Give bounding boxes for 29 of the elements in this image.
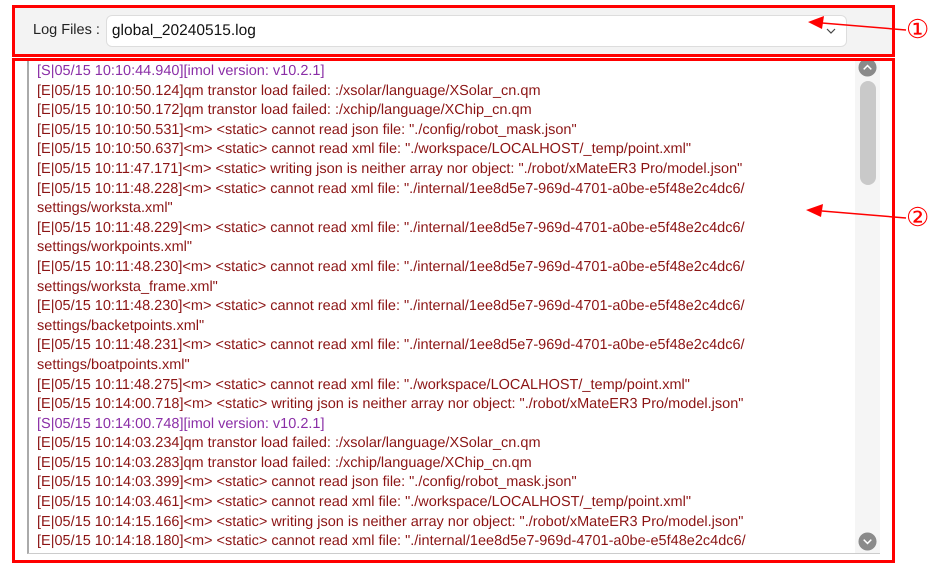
log-entry: [E|05/15 10:10:50.637]<m> <static> cannot read xml file: "./workspace/LOCALHOST/_temp/point.xml" <box>37 140 692 160</box>
log-entry: [S|05/15 10:10:44.940][imol version: v10.2.1] <box>37 62 326 81</box>
log-entry: [E|05/15 10:14:18.180]<m> <static> cannot read xml file: "./internal/1ee8d5e7-969d-4701-a0be-e5f48e2c4dc6/ <box>37 532 747 552</box>
log-entry: [E|05/15 10:11:48.231]<m> <static> cannot read xml file: "./internal/1ee8d5e7-969d-4701-a0be-e5f48e2c4dc6/ settings/boatpoints.xml" <box>37 336 746 375</box>
log-entry: [E|05/15 10:11:48.230]<m> <static> cannot read xml file: "./internal/1ee8d5e7-969d-4701-a0be-e5f48e2c4dc6/ settings/worksta_frame.xml" <box>37 258 746 297</box>
scroll-up-icon[interactable] <box>858 61 877 77</box>
log-entry: [E|05/15 10:10:50.531]<m> <static> cannot read json file: "./config/robot_mask.json" <box>37 120 578 140</box>
log-entry: [E|05/15 10:11:48.275]<m> <static> cannot read xml file: "./workspace/LOCALHOST/_temp/point.xml" <box>37 376 691 394</box>
log-entry: [E|05/15 10:14:03.234]qm transtor load failed: :/xsolar/language/XSolar_cn.qm <box>37 434 542 454</box>
log-entry: [S|05/15 10:14:00.748][imol version: v10.2.1] <box>37 414 326 434</box>
log-entry: [E|05/15 10:14:00.718]<m> <static> writing json is neither array nor object: "./robot/xMateER3 Pro/model.json" <box>37 395 744 414</box>
log-entry: [E|05/15 10:10:50.172]qm transtor load failed: :/xchip/language/XChip_cn.qm <box>37 101 533 120</box>
scrollbar-thumb[interactable] <box>860 81 876 185</box>
log-files-label: Log Files : <box>33 21 100 40</box>
log-file-dropdown[interactable]: global_20240515.log <box>106 15 847 47</box>
log-entry: [E|05/15 10:14:03.461]<m> <static> cannot read xml file: "./workspace/LOCALHOST/_temp/point.xml" <box>37 493 692 512</box>
log-entry: [E|05/15 10:11:48.229]<m> <static> cannot read xml file: "./internal/1ee8d5e7-969d-4701-a0be-e5f48e2c4dc6/ settings/workpoints.xml" <box>37 218 746 258</box>
log-entry: [E|05/15 10:11:47.171]<m> <static> writing json is neither array nor object: "./robot/xMateER3 Pro/model.json" <box>37 160 744 179</box>
log-entry: [E|05/15 10:11:48.228]<m> <static> cannot read xml file: "./internal/1ee8d5e7-969d-4701-a0be-e5f48e2c4dc6/ settings/worksta.xml" <box>37 180 746 218</box>
callout-number: ① <box>906 17 930 43</box>
log-entry: [E|05/15 10:11:48.230]<m> <static> cannot read xml file: "./internal/1ee8d5e7-969d-4701-a0be-e5f48e2c4dc6/ settings/backetpoints.xml" <box>37 297 746 336</box>
scroll-down-icon[interactable] <box>858 532 877 551</box>
log-entry: [E|05/15 10:14:03.283]qm transtor load failed: :/xchip/language/XChip_cn.qm <box>37 454 533 473</box>
scrollbar[interactable] <box>855 61 880 553</box>
log-entry: [E|05/15 10:14:15.166]<m> <static> writing json is neither array nor object: "./robot/xMateER3 Pro/model.json" <box>37 512 744 532</box>
chevron-down-icon <box>826 28 836 34</box>
log-entry: [E|05/15 10:10:50.124]qm transtor load failed: :/xsolar/language/XSolar_cn.qm <box>37 82 542 101</box>
log-entry: [E|05/15 10:14:03.399]<m> <static> cannot read json file: "./config/robot_mask.json" <box>37 473 578 492</box>
callout-number: ② <box>906 205 930 231</box>
